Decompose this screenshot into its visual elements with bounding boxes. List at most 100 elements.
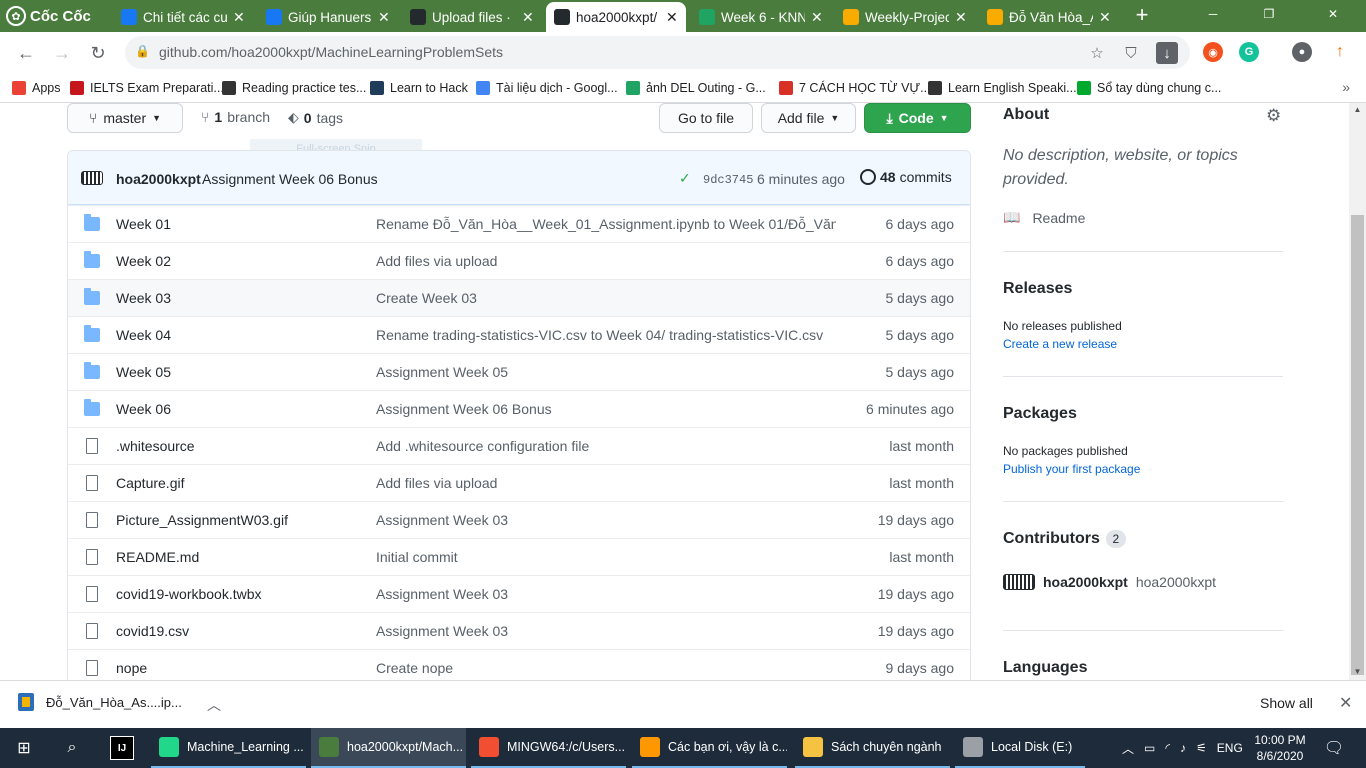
bookmark-item[interactable]: Sổ tay dùng chung c... bbox=[1077, 79, 1221, 97]
file-row[interactable]: Week 01 Rename Đỗ_Văn_Hòa__Week_01_Assign… bbox=[68, 205, 970, 242]
bookmark-item[interactable]: Learn to Hack bbox=[370, 79, 468, 97]
bookmark-item[interactable]: ảnh DEL Outing - G... bbox=[626, 79, 766, 97]
file-row[interactable]: covid19.csv Assignment Week 03 19 days ago bbox=[68, 612, 970, 649]
bookmark-item[interactable]: 7 CÁCH HỌC TỪ VỰ... bbox=[779, 79, 931, 97]
download-item[interactable]: Đỗ_Văn_Hòa_As....ip... bbox=[18, 693, 182, 711]
close-window-icon[interactable]: ✕ bbox=[1310, 0, 1356, 28]
bookmark-item[interactable]: Apps bbox=[12, 79, 61, 97]
notifications-icon[interactable]: 🗨 bbox=[1322, 736, 1346, 760]
file-name-link[interactable]: nope bbox=[116, 660, 147, 676]
close-tab-icon[interactable]: ✕ bbox=[811, 9, 823, 26]
browser-tab[interactable]: Đỗ Văn Hòa_A ✕ bbox=[979, 2, 1119, 32]
volume-icon[interactable]: ♪ bbox=[1180, 741, 1186, 755]
bookmark-item[interactable]: Reading practice tes... bbox=[222, 79, 366, 97]
lock-icon[interactable]: 🔒 bbox=[135, 44, 151, 60]
close-icon[interactable]: ✕ bbox=[1339, 693, 1352, 713]
browser-tab[interactable]: Weekly-Projec ✕ bbox=[835, 2, 975, 32]
browser-tab[interactable]: Giúp Hanuers ✕ bbox=[258, 2, 398, 32]
file-row[interactable]: Week 06 Assignment Week 06 Bonus 6 minutes… bbox=[68, 390, 970, 427]
publish-package-link[interactable]: Publish your first package bbox=[1003, 462, 1140, 476]
contributors-heading[interactable]: Contributors 2 bbox=[1003, 530, 1126, 548]
file-commit-message[interactable]: Assignment Week 03 bbox=[376, 512, 836, 528]
file-name-link[interactable]: .whitesource bbox=[116, 438, 195, 454]
file-name-link[interactable]: Week 05 bbox=[116, 364, 171, 380]
taskbar-app[interactable]: Các bạn ơi, vậy là c... bbox=[632, 728, 787, 768]
close-tab-icon[interactable]: ✕ bbox=[233, 9, 245, 26]
scroll-up-icon[interactable]: ▲ bbox=[1352, 105, 1363, 115]
file-name-link[interactable]: Capture.gif bbox=[116, 475, 184, 491]
readme-link[interactable]: 📖 Readme bbox=[1003, 209, 1085, 226]
forward-icon[interactable]: → bbox=[49, 40, 75, 66]
file-row[interactable]: Week 02 Add files via upload 6 days ago bbox=[68, 242, 970, 279]
file-row[interactable]: .whitesource Add .whitesource configurati… bbox=[68, 427, 970, 464]
close-tab-icon[interactable]: ✕ bbox=[522, 9, 534, 26]
scroll-down-icon[interactable]: ▼ bbox=[1352, 667, 1363, 677]
file-row[interactable]: Week 03 Create Week 03 5 days ago bbox=[68, 279, 970, 316]
chevron-up-icon[interactable]: ︿ bbox=[207, 695, 221, 715]
tags-link[interactable]: ⬖ 0 tags bbox=[288, 109, 343, 126]
file-commit-message[interactable]: Create Week 03 bbox=[376, 290, 836, 306]
bookmark-item[interactable]: IELTS Exam Preparati... bbox=[70, 79, 224, 97]
update-arrow-icon[interactable]: ↑ bbox=[1330, 42, 1350, 62]
taskbar-app[interactable]: Local Disk (E:) bbox=[955, 728, 1085, 768]
battery-icon[interactable]: ▭ bbox=[1144, 741, 1155, 755]
coccoc-brand[interactable]: ✿ Cốc Cốc bbox=[6, 4, 114, 28]
close-tab-icon[interactable]: ✕ bbox=[666, 9, 678, 26]
bookmark-item[interactable]: Tài liệu dịch - Googl... bbox=[476, 79, 618, 97]
file-row[interactable]: covid19-workbook.twbx Assignment Week 03 1… bbox=[68, 575, 970, 612]
extension-chrome-icon[interactable]: ◉ bbox=[1203, 42, 1223, 62]
close-tab-icon[interactable]: ✕ bbox=[378, 9, 390, 26]
wifi-icon[interactable]: ◜ bbox=[1165, 741, 1170, 755]
commit-sha[interactable]: 9dc3745 bbox=[703, 173, 753, 187]
bookmark-item[interactable]: Learn English Speaki... bbox=[928, 79, 1077, 97]
back-icon[interactable]: ← bbox=[13, 40, 39, 66]
file-commit-message[interactable]: Assignment Week 05 bbox=[376, 364, 836, 380]
file-commit-message[interactable]: Assignment Week 03 bbox=[376, 623, 836, 639]
download-icon[interactable]: ↓ bbox=[1156, 42, 1178, 64]
file-commit-message[interactable]: Assignment Week 03 bbox=[376, 586, 836, 602]
taskbar-app[interactable]: MINGW64:/c/Users... bbox=[471, 728, 626, 768]
go-to-file-button[interactable]: Go to file bbox=[659, 103, 753, 133]
releases-heading[interactable]: Releases bbox=[1003, 280, 1072, 298]
branches-link[interactable]: ⑂ 1 branch bbox=[201, 109, 270, 125]
show-all-button[interactable]: Show all bbox=[1260, 695, 1313, 711]
browser-tab[interactable]: hoa2000kxpt/ ✕ bbox=[546, 2, 686, 32]
file-commit-message[interactable]: Rename trading-statistics-VIC.csv to Wee… bbox=[376, 327, 836, 343]
contributor-item[interactable]: hoa2000kxpt hoa2000kxpt bbox=[1003, 574, 1216, 590]
create-release-link[interactable]: Create a new release bbox=[1003, 337, 1117, 351]
minimize-icon[interactable]: ─ bbox=[1190, 0, 1236, 28]
file-name-link[interactable]: covid19.csv bbox=[116, 623, 189, 639]
file-commit-message[interactable]: Add files via upload bbox=[376, 475, 836, 491]
check-icon[interactable]: ✓ bbox=[679, 170, 691, 187]
commit-author[interactable]: hoa2000kxpt bbox=[116, 171, 201, 187]
network-icon[interactable]: ⚟ bbox=[1196, 741, 1207, 755]
file-row[interactable]: README.md Initial commit last month bbox=[68, 538, 970, 575]
close-tab-icon[interactable]: ✕ bbox=[955, 9, 967, 26]
jetbrains-toolbox-icon[interactable]: IJ bbox=[110, 736, 134, 760]
settings-gear-icon[interactable]: ⚙ bbox=[1266, 106, 1281, 126]
file-name-link[interactable]: Picture_AssignmentW03.gif bbox=[116, 512, 288, 528]
taskbar-app[interactable]: Sách chuyên ngành bbox=[795, 728, 950, 768]
file-row[interactable]: Capture.gif Add files via upload last mont… bbox=[68, 464, 970, 501]
file-commit-message[interactable]: Add .whitesource configuration file bbox=[376, 438, 836, 454]
file-commit-message[interactable]: Add files via upload bbox=[376, 253, 836, 269]
file-name-link[interactable]: covid19-workbook.twbx bbox=[116, 586, 262, 602]
tray-overflow-icon[interactable]: ︿ bbox=[1122, 740, 1134, 757]
commit-message[interactable]: Assignment Week 06 Bonus bbox=[202, 171, 378, 187]
file-row[interactable]: Picture_AssignmentW03.gif Assignment Week… bbox=[68, 501, 970, 538]
file-row[interactable]: nope Create nope 9 days ago bbox=[68, 649, 970, 680]
new-tab-button[interactable]: + bbox=[1130, 4, 1154, 28]
reload-icon[interactable]: ↻ bbox=[85, 40, 111, 66]
author-avatar[interactable] bbox=[81, 171, 103, 185]
address-url[interactable]: github.com/hoa2000kxpt/MachineLearningPr… bbox=[159, 44, 503, 60]
file-row[interactable]: Week 05 Assignment Week 05 5 days ago bbox=[68, 353, 970, 390]
packages-heading[interactable]: Packages bbox=[1003, 405, 1077, 423]
file-name-link[interactable]: Week 02 bbox=[116, 253, 171, 269]
browser-tab[interactable]: Week 6 - KNN ✕ bbox=[691, 2, 831, 32]
file-name-link[interactable]: Week 01 bbox=[116, 216, 171, 232]
close-tab-icon[interactable]: ✕ bbox=[1099, 9, 1111, 26]
branch-select-button[interactable]: ⑂ master ▼ bbox=[67, 103, 183, 133]
bookmark-star-icon[interactable]: ☆ bbox=[1086, 42, 1108, 64]
restore-icon[interactable]: ❐ bbox=[1246, 0, 1292, 28]
scrollbar-thumb[interactable] bbox=[1351, 215, 1364, 675]
